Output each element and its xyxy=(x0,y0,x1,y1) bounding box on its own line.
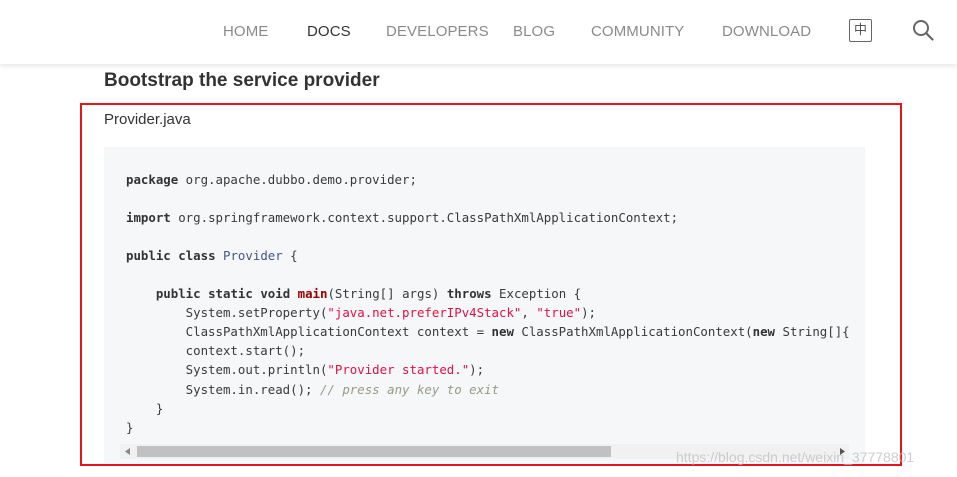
nav-community[interactable]: COMMUNITY xyxy=(591,22,684,42)
nav-developers[interactable]: DEVELOPERS xyxy=(386,22,489,42)
site-header: HOME DOCS DEVELOPERS BLOG COMMUNITY DOWN… xyxy=(0,0,957,64)
nav-docs[interactable]: DOCS xyxy=(307,22,351,42)
search-icon[interactable] xyxy=(912,19,934,41)
language-toggle-button[interactable]: 中 xyxy=(849,19,872,42)
nav-blog[interactable]: BLOG xyxy=(513,22,555,42)
main-nav: HOME DOCS DEVELOPERS BLOG COMMUNITY DOWN… xyxy=(0,0,957,64)
watermark: https://blog.csdn.net/weixin_37778801 xyxy=(676,449,915,465)
nav-home[interactable]: HOME xyxy=(223,22,268,42)
nav-download[interactable]: DOWNLOAD xyxy=(722,22,811,42)
highlight-annotation-box xyxy=(80,103,902,466)
section-title: Bootstrap the service provider xyxy=(104,70,380,91)
